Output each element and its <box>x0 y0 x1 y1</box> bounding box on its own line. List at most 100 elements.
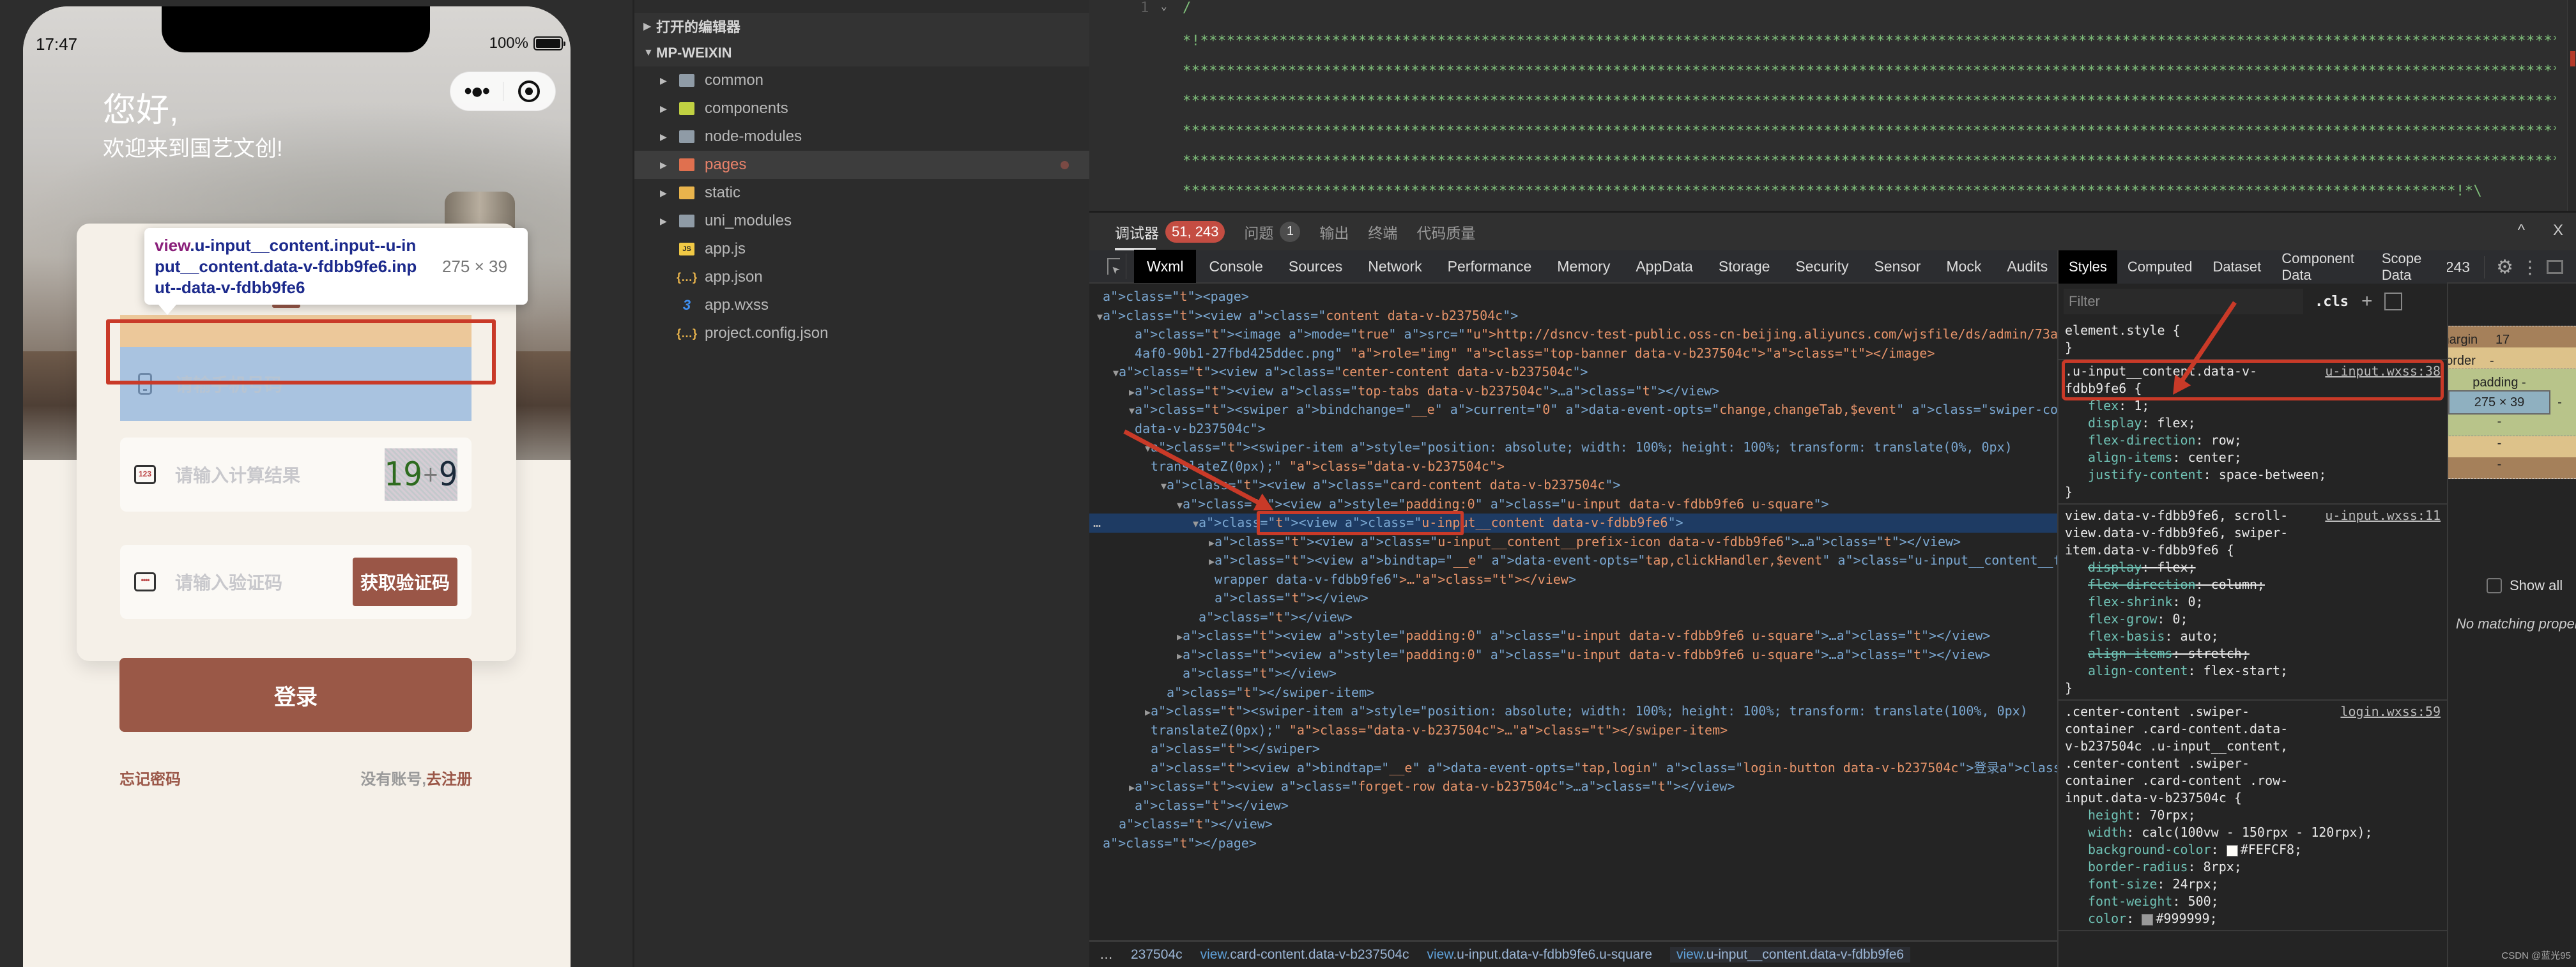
css-property[interactable]: align-content: flex-start; <box>2065 662 2441 680</box>
margin-bottom-value[interactable]: - <box>2448 457 2576 472</box>
calc-input[interactable]: 请输入计算结果 <box>175 462 385 487</box>
css-property[interactable]: border-radius: 8rpx; <box>2065 858 2441 876</box>
css-property[interactable]: align-items: center; <box>2065 449 2441 466</box>
css-property[interactable]: flex-direction: row; <box>2065 432 2441 449</box>
css-property[interactable]: display: flex; <box>2065 415 2441 432</box>
tab-debugger[interactable]: 调试器 51, 243 <box>1115 213 1225 250</box>
expand-right-icon[interactable]: ▶ <box>1129 782 1135 793</box>
wxml-node[interactable]: a">class="t"></view> <box>1089 589 2057 608</box>
file-tree-item[interactable]: ▶ node-modules <box>634 123 1089 151</box>
file-tree-item[interactable]: JS app.js <box>634 235 1089 263</box>
css-property[interactable]: flex-direction: column; <box>2065 576 2441 593</box>
expand-down-icon[interactable]: ▼ <box>1193 518 1199 529</box>
code-input-field[interactable]: •••• 请输入验证码 获取验证码 <box>120 545 471 619</box>
devtools-tab-storage[interactable]: Storage <box>1706 250 1783 283</box>
project-section[interactable]: ▼ MP-WEIXIN <box>634 40 1089 66</box>
more-vertical-icon[interactable]: ⋮ <box>2521 257 2539 278</box>
login-button[interactable]: 登录 <box>119 658 472 732</box>
devtools-tab-security[interactable]: Security <box>1782 250 1861 283</box>
tab-output[interactable]: 输出 <box>1319 213 1349 250</box>
show-all-checkbox[interactable] <box>2487 578 2502 593</box>
devtools-tab-sensor[interactable]: Sensor <box>1862 250 1934 283</box>
captcha-image[interactable]: 19 + 9 <box>385 448 457 501</box>
dock-side-icon[interactable] <box>2547 260 2563 274</box>
color-swatch[interactable] <box>2142 913 2154 925</box>
get-code-button[interactable]: 获取验证码 <box>352 558 457 606</box>
css-property[interactable]: height: 70rpx; <box>2065 807 2441 824</box>
cls-toggle-button[interactable]: .cls <box>2315 294 2349 310</box>
wxml-node[interactable]: a">class="t"></view> <box>1089 608 2057 627</box>
css-property[interactable]: align-items: stretch; <box>2065 645 2441 662</box>
open-editors-section[interactable]: ▶ 打开的编辑器 <box>634 13 1089 40</box>
wxml-node[interactable]: ▶a">class="t"><view a">class="forget-row… <box>1089 777 2057 796</box>
breadcrumb-item[interactable]: view.u-input.data-v-fdbb9fe6.u-square <box>1427 947 1652 963</box>
register-link[interactable]: 去注册 <box>426 771 472 788</box>
css-property[interactable]: justify-content: space-between; <box>2065 466 2441 484</box>
rule-source-link[interactable]: login.wxss:59 <box>2340 703 2441 720</box>
wxml-node[interactable]: translateZ(0px);" "a">class="data-v-b237… <box>1089 721 2057 740</box>
new-rule-button[interactable]: + <box>2361 291 2373 312</box>
wxml-node[interactable]: ▼a">class="t"><view a">style="padding:0"… <box>1089 495 2057 514</box>
wxml-node[interactable]: a">class="t"></view> <box>1089 796 2057 816</box>
wxml-node[interactable]: ▼a">class="t"><view a">class="content da… <box>1089 307 2057 326</box>
tab-problems[interactable]: 问题 1 <box>1244 213 1301 250</box>
devtools-tab-wxml[interactable]: Wxml <box>1134 250 1197 283</box>
wxml-node[interactable]: wrapper data-v-fdbb9fe6">…"a">class="t">… <box>1089 570 2057 590</box>
wxml-node[interactable]: ▶a">class="t"><view a">class="top-tabs d… <box>1089 382 2057 401</box>
wxml-node[interactable]: a">class="t"></view> <box>1089 664 2057 683</box>
devtools-tab-appdata[interactable]: AppData <box>1623 250 1706 283</box>
expand-right-icon[interactable]: ▶ <box>1209 537 1215 549</box>
styles-filter-input[interactable] <box>2064 289 2303 314</box>
css-property[interactable]: flex-shrink: 0; <box>2065 593 2441 611</box>
wxml-node[interactable]: a">class="t"></swiper> <box>1089 740 2057 759</box>
code-editor[interactable]: 1 ⌄ / *!*********************************… <box>1089 0 2576 211</box>
expand-down-icon[interactable]: ▼ <box>1161 480 1167 492</box>
styles-tab-component-data[interactable]: Component Data <box>2271 250 2372 284</box>
expand-right-icon[interactable]: ▶ <box>1177 650 1183 662</box>
devtools-tab-sources[interactable]: Sources <box>1276 250 1355 283</box>
css-property[interactable]: flex-basis: auto; <box>2065 628 2441 645</box>
wxml-node-selected[interactable]: … ▼a">class="t"><view a">class="u-input__… <box>1089 511 2057 535</box>
expand-right-icon[interactable]: ▶ <box>1129 386 1135 398</box>
warning-count[interactable]: 243 <box>2446 259 2470 276</box>
expand-right-icon[interactable]: ▶ <box>1177 631 1183 643</box>
close-panel-icon[interactable]: X <box>2553 222 2563 240</box>
css-property[interactable]: flex-grow: 0; <box>2065 611 2441 628</box>
styles-tab-scope-data[interactable]: Scope Data <box>2372 250 2447 284</box>
padding-right-value[interactable]: - <box>2557 395 2562 409</box>
rule-source-link[interactable]: u-input.wxss:11 <box>2325 507 2441 524</box>
wxml-node[interactable]: ▼a">class="t"><swiper a">bindchange="__e… <box>1089 400 2057 420</box>
file-tree-item[interactable]: {…} project.config.json <box>634 319 1089 347</box>
css-property[interactable]: flex: 1; <box>2065 397 2441 415</box>
wxml-node[interactable]: a">class="t"><image a">mode="true" a">sr… <box>1089 325 2057 344</box>
wxml-node[interactable]: ▶a">class="t"><view a">style="padding:0"… <box>1089 646 2057 665</box>
editor-scrollbar[interactable] <box>2567 0 2576 211</box>
code-input[interactable]: 请输入验证码 <box>175 569 353 595</box>
breadcrumb-item[interactable]: view.card-content.data-v-b237504c <box>1200 947 1409 963</box>
devtools-tab-console[interactable]: Console <box>1196 250 1275 283</box>
styles-tab-dataset[interactable]: Dataset <box>2202 250 2271 284</box>
node-actions-icon[interactable]: … <box>1093 514 1101 533</box>
devtools-tab-network[interactable]: Network <box>1355 250 1434 283</box>
border-bottom-value[interactable]: - <box>2448 436 2576 451</box>
css-property[interactable]: color: #999999; <box>2065 910 2441 927</box>
expand-down-icon[interactable]: ▼ <box>1113 367 1119 379</box>
css-property[interactable]: font-weight: 500; <box>2065 893 2441 910</box>
devtools-tab-performance[interactable]: Performance <box>1435 250 1545 283</box>
wxml-node[interactable]: ▶a">class="t"><view a">bindtap="__e" a">… <box>1089 551 2057 570</box>
devtools-tab-mock[interactable]: Mock <box>1933 250 1994 283</box>
file-tree-item[interactable]: ▶ uni_modules <box>634 207 1089 235</box>
padding-bottom-value[interactable]: - <box>2448 415 2576 429</box>
inspect-element-icon[interactable] <box>1101 254 1126 279</box>
wxml-node[interactable]: a">class="t"></view> <box>1089 815 2057 834</box>
styles-tab-computed[interactable]: Computed <box>2117 250 2203 284</box>
fold-chevron-icon[interactable]: ⌄ <box>1161 0 1167 12</box>
breadcrumb-item[interactable]: 237504c <box>1131 947 1183 963</box>
wxml-node[interactable]: ▼a">class="t"><swiper-item a">style="pos… <box>1089 438 2057 457</box>
css-property[interactable]: font-size: 24rpx; <box>2065 876 2441 893</box>
file-tree-item[interactable]: 3 app.wxss <box>634 291 1089 319</box>
more-icon[interactable]: •●• <box>450 80 503 102</box>
wxml-node[interactable]: a">class="t"></page> <box>1089 834 2057 853</box>
wxml-node[interactable]: ▶a">class="t"><swiper-item a">style="pos… <box>1089 702 2057 721</box>
forgot-password-link[interactable]: 忘记密码 <box>119 766 181 789</box>
